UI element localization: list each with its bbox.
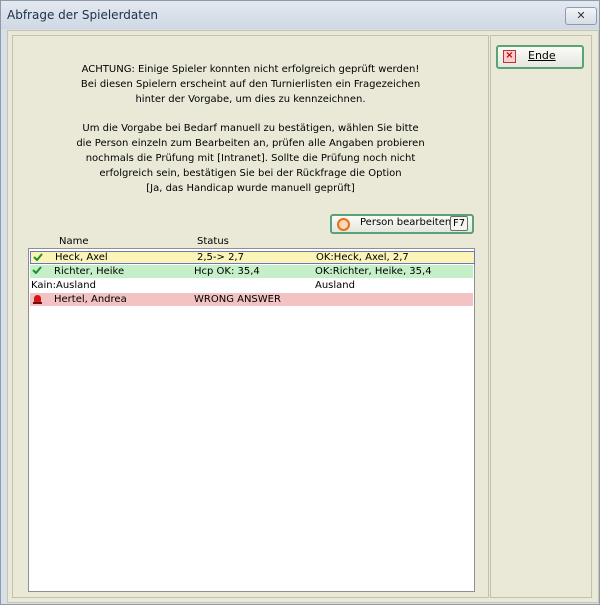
close-x-icon: × xyxy=(503,50,516,63)
main-panel: ACHTUNG: Einige Spieler konnten nicht er… xyxy=(12,35,489,598)
side-panel: × Ende xyxy=(490,35,592,598)
shortcut-key-badge: F7 xyxy=(450,216,468,231)
ende-button[interactable]: × Ende xyxy=(496,45,584,69)
warning-notice: ACHTUNG: Einige Spieler konnten nicht er… xyxy=(23,62,478,196)
row-status: WRONG ANSWER xyxy=(194,294,281,305)
edit-person-button[interactable]: Person bearbeiten F7 xyxy=(330,214,474,234)
list-item[interactable]: Hertel, Andrea WRONG ANSWER xyxy=(30,293,473,306)
row-result: Ausland xyxy=(315,280,355,291)
list-item[interactable]: Kain:Ausland Ausland xyxy=(30,279,473,292)
notice-line: Bei diesen Spielern erscheint auf den Tu… xyxy=(80,79,421,90)
close-icon: ✕ xyxy=(576,9,586,22)
dialog-window: Abfrage der Spielerdaten ✕ ACHTUNG: Eini… xyxy=(0,0,600,605)
row-name: Richter, Heike xyxy=(54,266,125,277)
row-result: OK:Richter, Heike, 35,4 xyxy=(315,266,432,277)
notice-line: nochmals die Prüfung mit [Intranet]. Sol… xyxy=(85,153,416,164)
column-header-name[interactable]: Name xyxy=(59,236,89,247)
column-header-status[interactable]: Status xyxy=(197,236,229,247)
alarm-bell-icon xyxy=(33,295,42,304)
checkmark-icon xyxy=(32,266,42,274)
list-item[interactable]: Heck, Axel 2,5-> 2,7 OK:Heck, Axel, 2,7 xyxy=(30,251,475,264)
notice-line: Um die Vorgabe bei Bedarf manuell zu bes… xyxy=(82,123,419,134)
row-name: Kain:Ausland xyxy=(31,280,96,291)
notice-line: [Ja, das Handicap wurde manuell geprüft] xyxy=(146,183,355,194)
row-name: Hertel, Andrea xyxy=(54,294,127,305)
notice-line: erfolgreich sein, bestätigen Sie bei der… xyxy=(99,168,402,179)
row-status: Hcp OK: 35,4 xyxy=(194,266,260,277)
title-bar: Abfrage der Spielerdaten ✕ xyxy=(1,1,599,29)
close-button[interactable]: ✕ xyxy=(565,7,597,25)
player-list[interactable]: Heck, Axel 2,5-> 2,7 OK:Heck, Axel, 2,7 … xyxy=(28,248,475,592)
person-edit-icon xyxy=(337,218,350,231)
notice-line: die Person einzeln zum Bearbeiten an, pr… xyxy=(76,138,425,149)
list-item[interactable]: Richter, Heike Hcp OK: 35,4 OK:Richter, … xyxy=(30,265,473,278)
notice-line: hinter der Vorgabe, um dies zu kennzeich… xyxy=(135,94,366,105)
row-name: Heck, Axel xyxy=(55,252,108,263)
dialog-client-area: ACHTUNG: Einige Spieler konnten nicht er… xyxy=(7,30,599,603)
checkmark-icon xyxy=(33,253,43,261)
row-result: OK:Heck, Axel, 2,7 xyxy=(316,252,409,263)
ende-label: Ende xyxy=(528,49,556,62)
notice-line: ACHTUNG: Einige Spieler konnten nicht er… xyxy=(81,64,420,75)
edit-person-label: Person bearbeiten xyxy=(360,217,452,228)
row-status: 2,5-> 2,7 xyxy=(197,252,244,263)
window-title: Abfrage der Spielerdaten xyxy=(7,8,158,22)
